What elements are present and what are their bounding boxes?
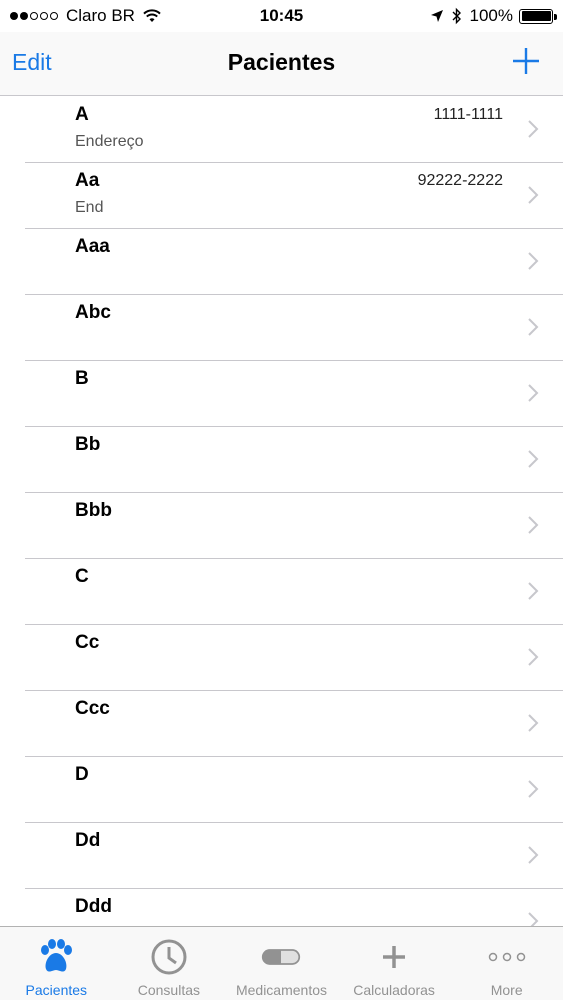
chevron-right-icon: [528, 252, 539, 270]
location-arrow-icon: [430, 10, 443, 22]
tab-pacientes[interactable]: Pacientes: [0, 927, 113, 1000]
tab-label: Calculadoras: [353, 982, 435, 998]
add-patient-button[interactable]: [511, 46, 541, 76]
patient-name: Ccc: [75, 698, 110, 719]
chevron-right-icon: [528, 516, 539, 534]
tab-more[interactable]: More: [450, 927, 563, 1000]
chevron-right-icon: [528, 846, 539, 864]
patient-row[interactable]: Dd: [0, 823, 563, 889]
status-right: 100%: [430, 6, 557, 26]
patient-name: Aaa: [75, 236, 110, 257]
patient-row[interactable]: Aa End 92222-2222: [0, 163, 563, 229]
navigation-bar: Edit Pacientes: [0, 32, 563, 96]
patient-name: Cc: [75, 632, 100, 653]
patient-name: Dd: [75, 830, 101, 851]
clock-icon: [149, 937, 189, 977]
battery-icon: [519, 8, 557, 24]
chevron-right-icon: [528, 912, 539, 926]
more-icon: [487, 937, 527, 977]
tab-bar: Pacientes Consultas Medicamentos Calculador…: [0, 926, 563, 1000]
chevron-right-icon: [528, 186, 539, 204]
tab-consultas[interactable]: Consultas: [113, 927, 226, 1000]
patient-name: Bb: [75, 434, 101, 455]
chevron-right-icon: [528, 582, 539, 600]
tab-label: Consultas: [137, 982, 201, 998]
patient-row[interactable]: Abc: [0, 295, 563, 361]
plus-icon: [374, 937, 414, 977]
pill-icon: [261, 937, 301, 977]
status-bar: Claro BR 10:45 100%: [0, 0, 563, 32]
patient-name: Bbb: [75, 500, 112, 521]
patient-row[interactable]: Ccc: [0, 691, 563, 757]
patient-row[interactable]: B: [0, 361, 563, 427]
patient-row[interactable]: C: [0, 559, 563, 625]
battery-percent: 100%: [469, 6, 513, 25]
patient-name: Aa: [75, 170, 100, 191]
patient-row[interactable]: Cc: [0, 625, 563, 691]
tab-label: Medicamentos: [235, 982, 327, 998]
patient-name: Abc: [75, 302, 111, 323]
patient-phone: 92222-2222: [417, 172, 503, 189]
tab-label: Pacientes: [25, 982, 88, 998]
chevron-right-icon: [528, 648, 539, 666]
patient-row[interactable]: Ddd: [0, 889, 563, 926]
patient-list[interactable]: A Endereço 1111-1111 Aa End 92222-2222 Aaa Abc B…: [0, 97, 563, 926]
patient-address: End: [75, 199, 104, 216]
chevron-right-icon: [528, 714, 539, 732]
chevron-right-icon: [528, 318, 539, 336]
patient-row[interactable]: Bb: [0, 427, 563, 493]
chevron-right-icon: [528, 384, 539, 402]
patient-name: D: [75, 764, 89, 785]
chevron-right-icon: [528, 780, 539, 798]
patient-phone: 1111-1111: [433, 106, 503, 123]
tab-calculadoras[interactable]: Calculadoras: [338, 927, 451, 1000]
chevron-right-icon: [528, 450, 539, 468]
bluetooth-icon: [452, 7, 461, 25]
chevron-right-icon: [528, 120, 539, 138]
patient-name: C: [75, 566, 89, 587]
patient-name: B: [75, 368, 89, 389]
patient-address: Endereço: [75, 133, 144, 150]
paw-icon: [36, 937, 76, 977]
page-title: Pacientes: [227, 49, 336, 75]
patient-row[interactable]: A Endereço 1111-1111: [0, 97, 563, 163]
tab-label: More: [490, 982, 523, 998]
patient-name: A: [75, 104, 89, 125]
patient-row[interactable]: D: [0, 757, 563, 823]
patient-row[interactable]: Bbb: [0, 493, 563, 559]
tab-medicamentos[interactable]: Medicamentos: [225, 927, 338, 1000]
patient-row[interactable]: Aaa: [0, 229, 563, 295]
patient-name: Ddd: [75, 896, 112, 917]
